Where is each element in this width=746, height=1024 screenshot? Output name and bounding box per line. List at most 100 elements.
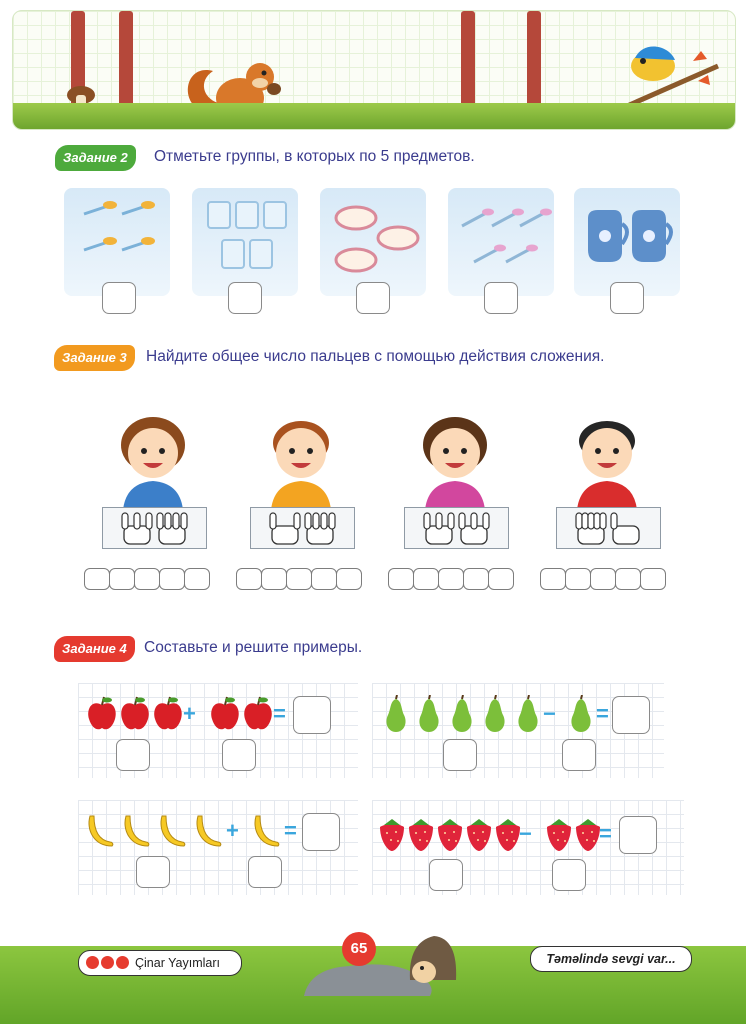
answer-cell[interactable] <box>615 568 641 590</box>
hands-icon <box>269 512 336 545</box>
answer-cell[interactable] <box>540 568 566 590</box>
answer-cell[interactable] <box>261 568 287 590</box>
finger <box>121 512 129 530</box>
finger <box>447 512 455 530</box>
answer-cell[interactable] <box>438 568 464 590</box>
count-box[interactable] <box>248 856 282 888</box>
card-forks <box>64 188 170 314</box>
child-icon <box>121 417 185 510</box>
finger <box>587 512 595 530</box>
count-box[interactable] <box>222 739 256 771</box>
facebook-icon[interactable] <box>86 956 99 969</box>
hands-icon <box>423 512 490 545</box>
slogan-pill: Təməlində sevgi var... <box>530 946 692 972</box>
child-icon <box>423 417 487 510</box>
forks-icon <box>83 201 155 252</box>
answer-cell[interactable] <box>463 568 489 590</box>
answer-cell[interactable] <box>109 568 135 590</box>
answer-cell[interactable] <box>565 568 591 590</box>
finger-sign <box>556 507 661 549</box>
slogan-text: Təməlində sevgi var... <box>546 952 676 966</box>
answer-checkbox[interactable] <box>484 282 518 314</box>
answer-cell[interactable] <box>134 568 160 590</box>
count-box[interactable] <box>115 739 150 771</box>
task-badge-label: Задание 4 <box>62 641 127 656</box>
task-badge-label: Задание 2 <box>63 150 128 165</box>
spoons-icon <box>461 208 552 264</box>
publisher-name: Çinar Yayımları <box>135 956 220 970</box>
answer-checkbox[interactable] <box>610 282 644 314</box>
finger <box>156 512 164 530</box>
card-plates <box>320 188 426 314</box>
finger <box>482 512 490 530</box>
count-box[interactable] <box>428 859 463 891</box>
finger <box>470 512 478 530</box>
tree-trunk <box>461 11 475 111</box>
hands-icon <box>575 512 640 545</box>
instagram-icon[interactable] <box>101 956 114 969</box>
youtube-icon[interactable] <box>116 956 129 969</box>
answer-cell[interactable] <box>84 568 110 590</box>
result-box[interactable] <box>619 816 657 854</box>
plates-icon <box>334 205 420 273</box>
finger <box>145 512 153 530</box>
answer-cell[interactable] <box>590 568 616 590</box>
count-box[interactable] <box>136 856 170 888</box>
hedgehog-icon <box>409 936 457 983</box>
finger-sign <box>404 507 509 549</box>
kid-with-sign <box>552 415 662 565</box>
finger <box>320 512 328 530</box>
answer-cell[interactable] <box>388 568 414 590</box>
palm <box>158 525 186 545</box>
finger <box>304 512 312 530</box>
answer-cells-row <box>84 568 684 592</box>
finger <box>581 512 589 530</box>
answer-cell[interactable] <box>336 568 362 590</box>
finger <box>164 512 172 530</box>
kid-with-sign <box>246 415 356 565</box>
answer-cell[interactable] <box>488 568 514 590</box>
grass-strip <box>13 103 735 129</box>
kid-with-sign <box>400 415 510 565</box>
palm <box>306 525 334 545</box>
task-badge: Задание 2 <box>55 145 136 171</box>
count-box[interactable] <box>552 859 586 891</box>
answer-cell[interactable] <box>413 568 439 590</box>
answer-cell[interactable] <box>159 568 185 590</box>
answer-cell[interactable] <box>640 568 666 590</box>
answer-checkbox[interactable] <box>102 282 136 314</box>
finger <box>172 512 180 530</box>
finger <box>423 512 431 530</box>
glasses-icon <box>207 201 287 269</box>
publisher-pill: Çinar Yayımları <box>78 950 242 976</box>
task-title: Отметьте группы, в которых по 5 предмето… <box>154 148 475 165</box>
result-box[interactable] <box>302 813 340 851</box>
finger-sign <box>102 507 207 549</box>
count-box[interactable] <box>561 739 596 771</box>
child-icon <box>271 421 331 510</box>
jugs-icon <box>588 210 673 262</box>
answer-checkbox[interactable] <box>356 282 390 314</box>
finger <box>610 512 618 530</box>
finger <box>593 512 601 530</box>
answer-cell[interactable] <box>184 568 210 590</box>
tree-trunk <box>527 11 541 111</box>
card-glasses <box>192 188 298 314</box>
count-box[interactable] <box>442 739 477 771</box>
card-spoons <box>448 188 554 314</box>
answer-cell[interactable] <box>236 568 262 590</box>
finger <box>599 512 607 530</box>
task-badge: Задание 4 <box>54 636 135 662</box>
answer-cell[interactable] <box>311 568 337 590</box>
hands-icon <box>121 512 188 545</box>
finger <box>269 512 277 530</box>
finger <box>328 512 336 530</box>
card-jugs <box>574 188 680 314</box>
finger <box>293 512 301 530</box>
result-box[interactable] <box>293 696 331 734</box>
answer-checkbox[interactable] <box>228 282 262 314</box>
task-title: Найдите общее число пальцев с помощью де… <box>146 348 605 365</box>
result-box[interactable] <box>612 696 650 734</box>
answer-cell[interactable] <box>286 568 312 590</box>
page-number: 65 <box>342 932 376 966</box>
